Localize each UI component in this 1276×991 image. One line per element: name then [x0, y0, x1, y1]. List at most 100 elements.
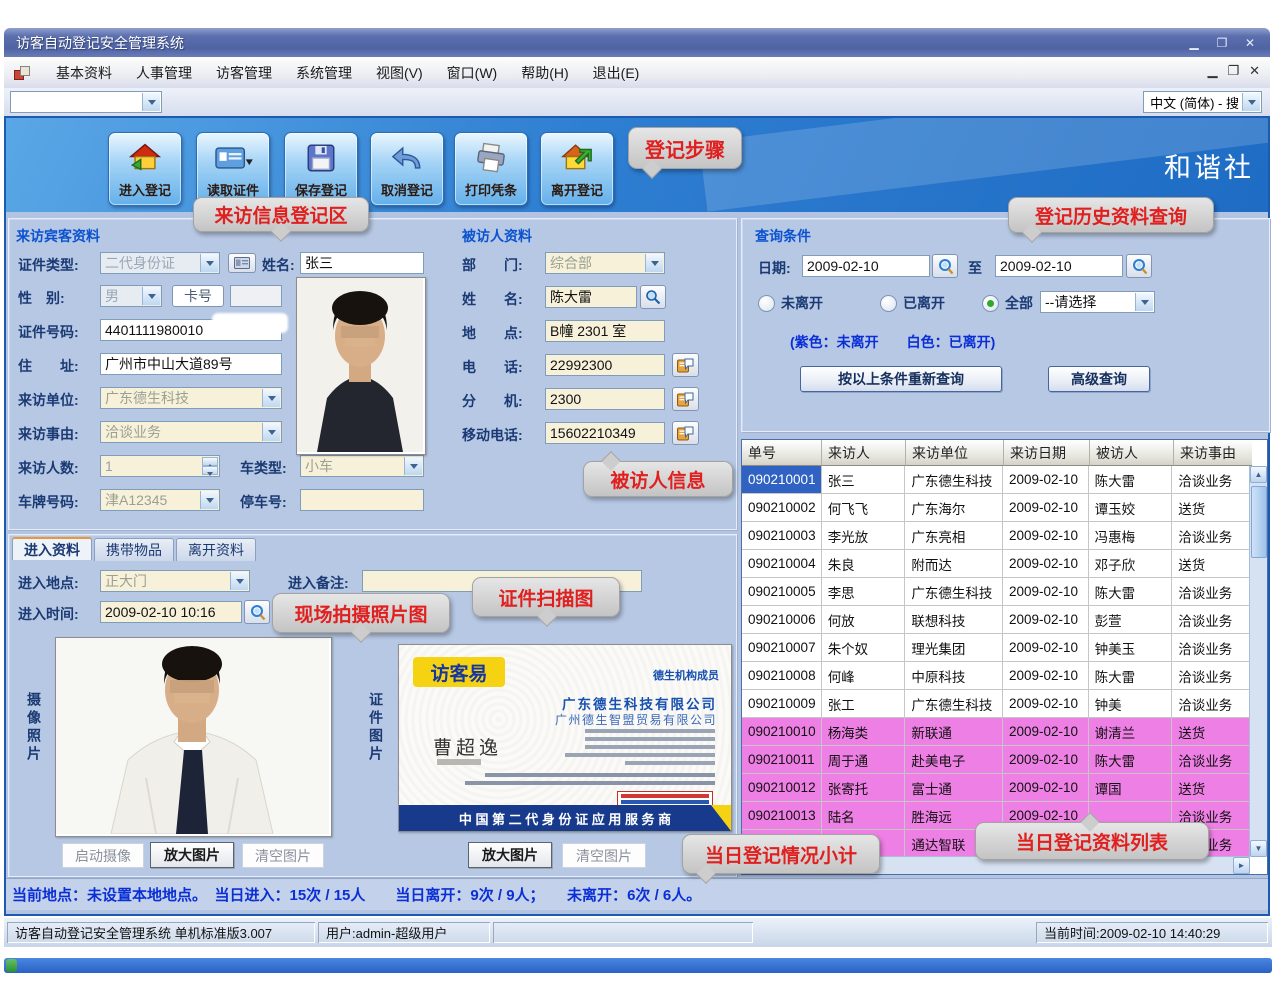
table-cell[interactable]: 何飞飞 [822, 494, 906, 522]
tab-leave-info[interactable]: 离开资料 [176, 538, 256, 561]
table-cell[interactable]: 送货 [1172, 550, 1250, 578]
location-field[interactable]: B幢 2301 室 [545, 320, 665, 342]
table-cell[interactable]: 陈大雷 [1089, 746, 1173, 774]
table-cell[interactable]: 陆名 [822, 802, 906, 830]
language-selector[interactable]: 中文 (简体) - 搜 [1143, 91, 1262, 113]
table-cell[interactable]: 2009-02-10 [1003, 550, 1089, 578]
mdi-restore-icon[interactable]: ❐ [1227, 63, 1239, 79]
tab-carried-items[interactable]: 携带物品 [94, 538, 174, 561]
scroll-up-icon[interactable]: ▲ [1250, 466, 1267, 483]
table-cell[interactable]: 附而达 [905, 550, 1003, 578]
table-cell[interactable]: 090210003 [742, 522, 822, 550]
table-cell[interactable]: 陈大雷 [1089, 466, 1173, 494]
table-cell[interactable]: 联想科技 [905, 606, 1003, 634]
table-cell[interactable]: 张工 [822, 690, 906, 718]
table-cell[interactable]: 090210011 [742, 746, 822, 774]
table-cell[interactable]: 090210010 [742, 718, 822, 746]
table-cell[interactable]: 2009-02-10 [1003, 522, 1089, 550]
menu-basic[interactable]: 基本资料 [44, 59, 124, 87]
table-cell[interactable]: 090210001 [742, 466, 822, 494]
table-cell[interactable]: 钟美玉 [1089, 634, 1173, 662]
table-cell[interactable]: 洽谈业务 [1172, 578, 1250, 606]
menu-visitor[interactable]: 访客管理 [204, 59, 284, 87]
visitee-name-field[interactable]: 陈大雷 [545, 286, 637, 308]
scroll-right-icon[interactable]: ► [1233, 857, 1250, 874]
table-cell[interactable]: 赴美电子 [905, 746, 1003, 774]
entry-time-picker-button[interactable] [244, 600, 270, 624]
quick-search-combo[interactable] [10, 91, 162, 113]
search-visitee-button[interactable] [640, 285, 666, 309]
table-cell[interactable]: 090210002 [742, 494, 822, 522]
gender-combo[interactable]: 男 [100, 285, 162, 307]
plate-combo[interactable]: 津A12345 [100, 489, 220, 511]
table-cell[interactable]: 090210012 [742, 774, 822, 802]
table-cell[interactable]: 090210009 [742, 690, 822, 718]
table-cell[interactable]: 洽谈业务 [1172, 606, 1250, 634]
zoom-scan-button[interactable]: 放大图片 [468, 842, 552, 868]
table-cell[interactable]: 谢清兰 [1089, 718, 1173, 746]
table-row[interactable]: 090210011周于通赴美电子2009-02-10陈大雷洽谈业务 [742, 746, 1250, 774]
table-cell[interactable]: 2009-02-10 [1003, 578, 1089, 606]
table-cell[interactable]: 陈大雷 [1089, 578, 1173, 606]
scroll-down-icon[interactable]: ▼ [1250, 840, 1267, 857]
entry-time-field[interactable]: 2009-02-10 10:16 [100, 601, 242, 623]
table-cell[interactable]: 新联通 [905, 718, 1003, 746]
save-registration-button[interactable]: 保存登记 [284, 132, 358, 206]
table-cell[interactable]: 陈大雷 [1089, 662, 1173, 690]
menu-hr[interactable]: 人事管理 [124, 59, 204, 87]
mdi-minimize-icon[interactable]: ▁ [1207, 63, 1217, 79]
date-to-field[interactable]: 2009-02-10 [995, 255, 1123, 277]
radio-all[interactable]: 全部 [982, 293, 1033, 313]
menu-help[interactable]: 帮助(H) [509, 59, 580, 87]
table-cell[interactable]: 李思 [822, 578, 906, 606]
table-row[interactable]: 090210003李光放广东亮相2009-02-10冯惠梅洽谈业务 [742, 522, 1250, 550]
vscroll-thumb[interactable] [1251, 486, 1267, 558]
table-cell[interactable]: 谭国 [1089, 774, 1173, 802]
query-radio[interactable] [758, 295, 775, 312]
tab-entry-info[interactable]: 进入资料 [12, 537, 92, 560]
table-cell[interactable]: 钟美 [1089, 690, 1173, 718]
clear-photo-button[interactable]: 清空图片 [242, 843, 324, 868]
radio-not-left[interactable]: 未离开 [758, 293, 823, 313]
table-header[interactable]: 来访日期 [1004, 440, 1090, 466]
table-row[interactable]: 090210007朱个奴理光集团2009-02-10钟美玉洽谈业务 [742, 634, 1250, 662]
advanced-query-button[interactable]: 高级查询 [1048, 366, 1150, 392]
date-to-picker-button[interactable] [1126, 254, 1152, 278]
query-radio[interactable] [982, 295, 999, 312]
menu-system[interactable]: 系统管理 [284, 59, 364, 87]
table-cell[interactable]: 广东亮相 [905, 522, 1003, 550]
chevron-down-icon[interactable] [262, 389, 280, 407]
table-cell[interactable]: 送货 [1172, 718, 1250, 746]
table-header[interactable]: 来访人 [822, 440, 906, 466]
chevron-down-icon[interactable] [200, 491, 218, 509]
enter-registration-button[interactable]: 进入登记 [108, 132, 182, 206]
leave-registration-button[interactable]: 离开登记 [540, 132, 614, 206]
query-radio[interactable] [880, 295, 897, 312]
start-camera-button[interactable]: 启动摄像 [62, 843, 144, 868]
table-cell[interactable]: 中原科技 [905, 662, 1003, 690]
table-cell[interactable]: 广东德生科技 [905, 578, 1003, 606]
table-header[interactable]: 来访单位 [906, 440, 1004, 466]
visitor-count-stepper[interactable]: 1 [100, 455, 220, 477]
chevron-down-icon[interactable] [404, 457, 422, 475]
table-cell[interactable]: 090210006 [742, 606, 822, 634]
read-id-button[interactable]: 读取证件 [196, 132, 270, 206]
table-cell[interactable]: 张三 [822, 466, 906, 494]
table-cell[interactable]: 2009-02-10 [1003, 774, 1089, 802]
table-row[interactable]: 090210005李思广东德生科技2009-02-10陈大雷洽谈业务 [742, 578, 1250, 606]
table-cell[interactable]: 2009-02-10 [1003, 746, 1089, 774]
sms-mobile-button[interactable] [672, 421, 699, 445]
table-row[interactable]: 090210008何峰中原科技2009-02-10陈大雷洽谈业务 [742, 662, 1250, 690]
table-cell[interactable]: 090210013 [742, 802, 822, 830]
radio-left[interactable]: 已离开 [880, 293, 945, 313]
table-row[interactable]: 090210010杨海类新联通2009-02-10谢清兰送货 [742, 718, 1250, 746]
menu-exit[interactable]: 退出(E) [581, 59, 652, 87]
zoom-photo-button[interactable]: 放大图片 [150, 842, 234, 868]
menu-view[interactable]: 视图(V) [364, 59, 435, 87]
chevron-down-icon[interactable] [1135, 293, 1153, 311]
menu-window[interactable]: 窗口(W) [435, 59, 510, 87]
visitor-name-field[interactable]: 张三 [300, 252, 424, 274]
address-field[interactable]: 广州市中山大道89号 [100, 353, 282, 375]
table-header[interactable]: 单号 [742, 440, 822, 466]
cert-type-combo[interactable]: 二代身份证 [100, 252, 220, 274]
